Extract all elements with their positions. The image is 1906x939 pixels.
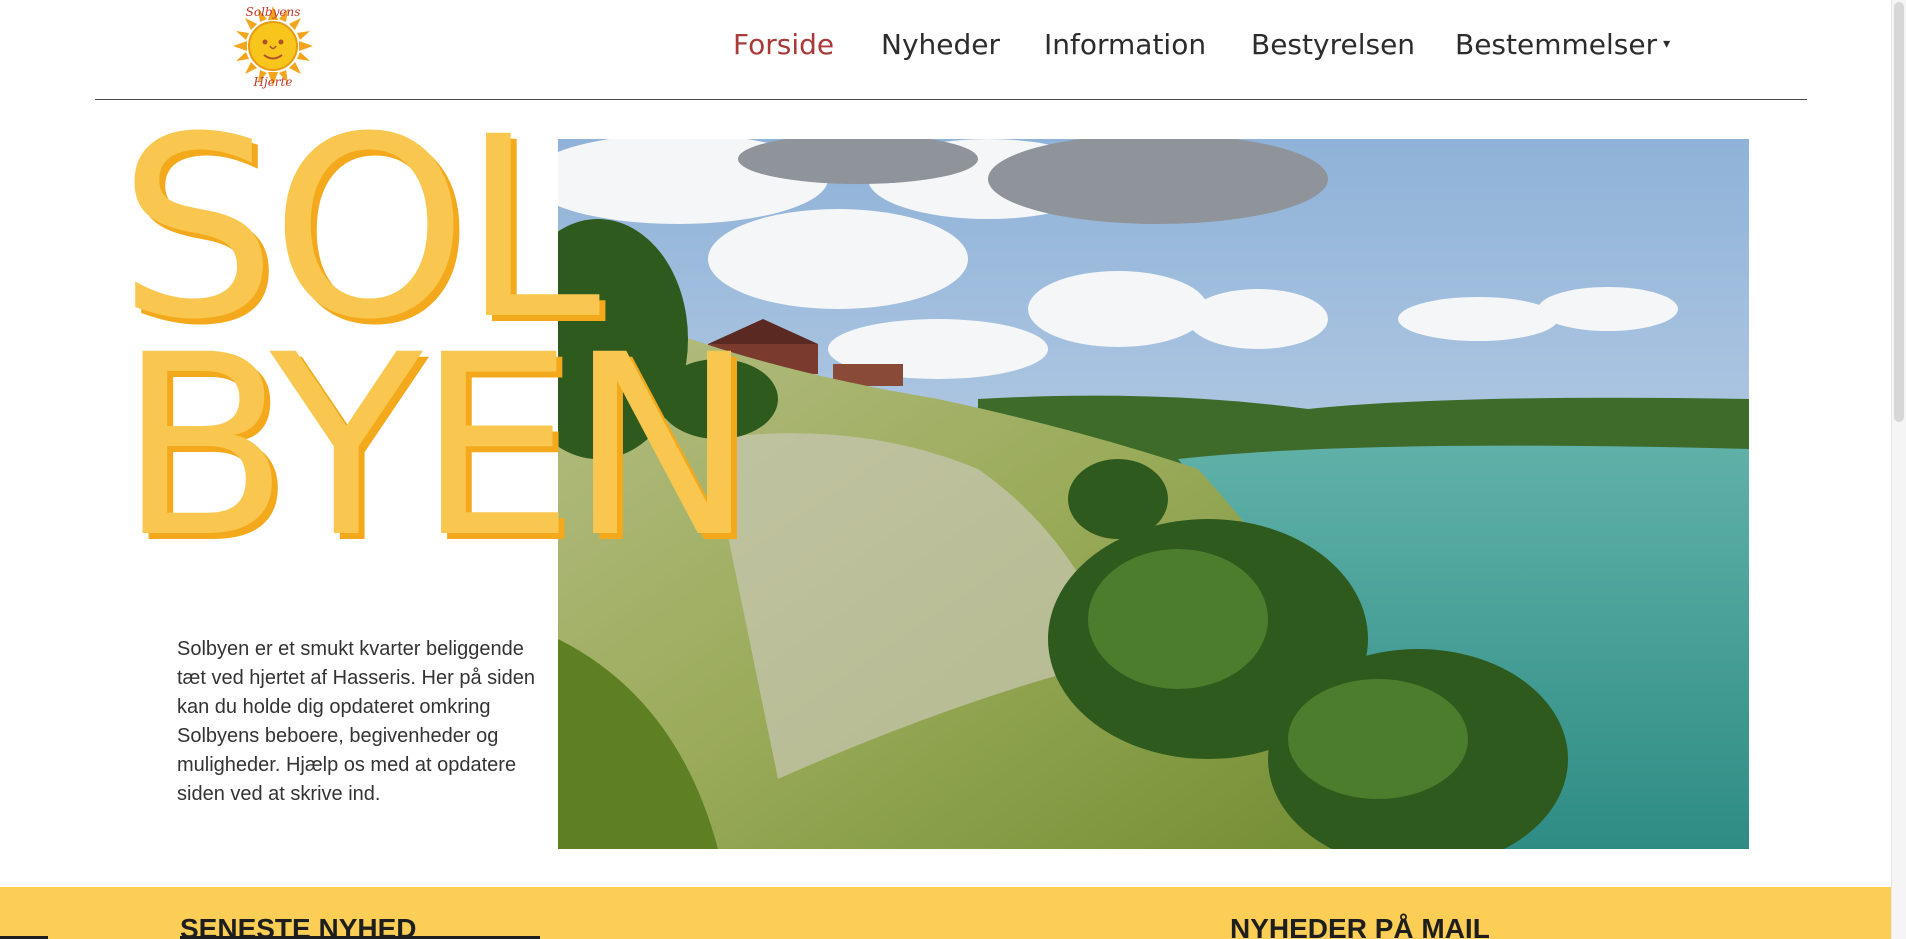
scrollbar-thumb[interactable]	[1894, 2, 1904, 422]
page-scrollbar[interactable]	[1891, 0, 1906, 939]
nav-forside[interactable]: Forside	[733, 28, 834, 61]
nav-bestemmelser-label: Bestemmelser	[1455, 28, 1658, 61]
newsletter-heading: NYHEDER PÅ MAIL	[1230, 913, 1490, 939]
hero-title-line-2: BYEN	[118, 301, 756, 592]
nav-information[interactable]: Information	[1044, 28, 1206, 61]
svg-text:Solbyens: Solbyens	[246, 5, 301, 19]
hero-title: SOL BYEN	[118, 104, 756, 592]
nav-nyheder[interactable]: Nyheder	[881, 28, 1000, 61]
page: Solbyens Hjerte Forside Nyheder Informat…	[0, 0, 1906, 939]
hero-intro-text: Solbyen er et smukt kvarter beliggende t…	[177, 638, 535, 805]
main-nav: Forside Nyheder Information Bestyrelsen …	[0, 28, 1906, 68]
nav-bestyrelsen[interactable]: Bestyrelsen	[1251, 28, 1415, 61]
dropdown-caret-icon: ▾	[1663, 36, 1671, 52]
nav-bestemmelser[interactable]: Bestemmelser ▾	[1455, 28, 1670, 61]
